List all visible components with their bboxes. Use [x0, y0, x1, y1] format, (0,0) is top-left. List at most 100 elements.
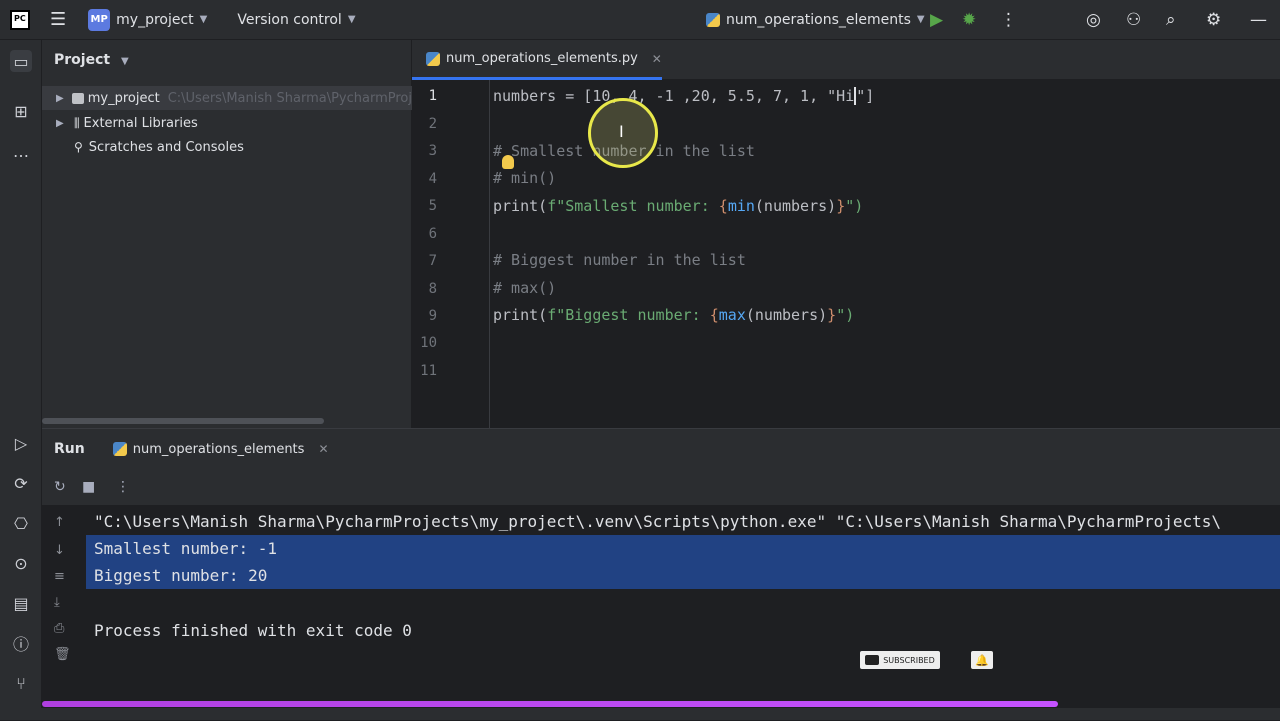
scroll-up-icon[interactable]: ↑ — [54, 515, 65, 530]
python-console-icon[interactable]: ⊙ — [10, 552, 32, 574]
code-text: print( — [493, 197, 548, 215]
code-text: (numbers) — [745, 306, 828, 324]
code-text: print( — [493, 306, 548, 324]
ai-assistant-icon[interactable]: ◎ — [1086, 10, 1101, 30]
code-line-1[interactable]: numbers = [10, 4, -1 ,20, 5.5, 7, 1, "Hi… — [493, 87, 875, 105]
minimize-icon[interactable]: — — [1250, 10, 1267, 30]
run-tab-label: num_operations_elements — [132, 441, 305, 457]
stop-icon[interactable]: ■ — [82, 479, 95, 495]
more-icon[interactable]: ⋮ — [1000, 10, 1017, 30]
code-text: numbers = [10, 4, -1 ,20, 5.5, 7, 1, "Hi — [493, 87, 855, 105]
close-icon[interactable]: ✕ — [652, 52, 662, 66]
code-line-8[interactable]: # max() — [493, 279, 556, 297]
run-panel: Run num_operations_elements ✕ ↻ ■ ⋮ ↑ ↓ … — [42, 428, 1280, 720]
soft-wrap-icon[interactable]: ≡ — [54, 569, 65, 584]
console-toolbar: ↑ ↓ ≡ ⤓ ⎙ 🗑 — [42, 505, 82, 721]
run-panel-title: Run — [54, 441, 85, 457]
rerun-icon[interactable]: ↻ — [54, 479, 66, 495]
menu-icon[interactable]: ☰ — [50, 9, 66, 30]
editor: num_operations_elements.py ✕ 1 2 3 4 5 6… — [412, 40, 1280, 428]
code-line-5[interactable]: print(f"Smallest number: {min(numbers)}"… — [493, 197, 863, 215]
python-icon — [706, 12, 720, 27]
python-packages-icon[interactable]: ⟳ — [10, 472, 32, 494]
subscribed-label: SUBSCRIBED — [883, 655, 935, 665]
console-output-line[interactable]: Smallest number: -1 — [94, 539, 277, 558]
structure-icon[interactable]: ⊞ — [10, 100, 32, 122]
debug-icon[interactable]: ✹ — [962, 10, 976, 30]
close-icon[interactable]: ✕ — [318, 442, 328, 456]
problems-icon[interactable]: ⓘ — [10, 632, 32, 654]
git-icon[interactable]: ⑂ — [10, 672, 32, 694]
tool-window-strip: ▭ ⊞ … ▷ ⟳ ⎔ ⊙ ▤ ⓘ ⑂ — [0, 40, 42, 720]
chevron-down-icon: ▼ — [199, 14, 208, 25]
search-icon[interactable]: ⌕ — [1166, 10, 1176, 30]
bell-icon: 🔔 — [971, 651, 993, 669]
version-control-label: Version control — [237, 11, 342, 28]
scratches-icon: ⚲ — [74, 140, 83, 154]
code-text: min — [727, 197, 755, 215]
settings-icon[interactable]: ⚙ — [1206, 10, 1221, 30]
project-switcher[interactable]: my_project ▼ — [116, 12, 207, 28]
run-tool-icon[interactable]: ▷ — [10, 432, 32, 454]
editor-tabs: num_operations_elements.py ✕ — [412, 40, 1280, 80]
tab-num-operations-elements[interactable]: num_operations_elements.py ✕ — [412, 40, 662, 80]
line-number: 4 — [428, 171, 437, 187]
title-bar: PC ☰ MP my_project ▼ Version control ▼ n… — [0, 0, 1280, 40]
code-text: ") — [836, 306, 855, 324]
print-icon[interactable]: ⎙ — [54, 621, 64, 636]
expand-arrow-icon[interactable]: ▶ — [56, 118, 68, 129]
code-text: f"Biggest number: — [547, 306, 710, 324]
code-text: max — [718, 306, 746, 324]
subscribed-badge: SUBSCRIBED — [860, 651, 940, 669]
tree-item-external-libraries[interactable]: ▶ ⫼ External Libraries — [42, 111, 412, 135]
line-number: 5 — [428, 198, 437, 214]
line-number: 1 — [428, 88, 437, 104]
project-name: my_project — [116, 11, 194, 28]
tab-label: num_operations_elements.py — [446, 51, 638, 66]
text-cursor-icon: I — [619, 122, 624, 141]
console-output-line[interactable]: Biggest number: 20 — [94, 566, 267, 585]
version-control-menu[interactable]: Version control ▼ — [237, 12, 355, 28]
expand-arrow-icon[interactable]: ▶ — [56, 93, 66, 104]
services-icon[interactable]: ⎔ — [10, 512, 32, 534]
run-tab[interactable]: num_operations_elements ✕ — [112, 441, 329, 457]
line-number: 8 — [428, 281, 437, 297]
youtube-icon — [865, 655, 880, 665]
add-user-icon[interactable]: ⚇ — [1126, 10, 1141, 30]
console-exit-line[interactable]: Process finished with exit code 0 — [94, 621, 412, 640]
line-number: 6 — [428, 226, 437, 242]
tree-item-my-project[interactable]: ▶ my_project C:\Users\Manish Sharma\Pych… — [42, 86, 412, 110]
tree-item-label: External Libraries — [83, 115, 198, 131]
tree-item-label: my_project — [87, 90, 160, 106]
code-text: ") — [845, 197, 864, 215]
text-caret: "] — [854, 87, 875, 105]
horizontal-scrollbar[interactable] — [42, 418, 324, 424]
more-tools-icon[interactable]: … — [10, 140, 32, 162]
code-line-9[interactable]: print(f"Biggest number: {max(numbers)}") — [493, 306, 854, 324]
scroll-to-end-icon[interactable]: ⤓ — [54, 595, 60, 610]
run-config-name: num_operations_elements — [726, 11, 911, 28]
terminal-icon[interactable]: ▤ — [10, 592, 32, 614]
console-command-line[interactable]: "C:\Users\Manish Sharma\PycharmProjects\… — [94, 512, 1221, 531]
chevron-down-icon: ▼ — [916, 14, 925, 25]
line-gutter: 1 2 3 4 5 6 7 8 9 10 11 — [412, 80, 490, 428]
status-bar — [0, 708, 1280, 720]
code-line-4[interactable]: # min() — [493, 169, 556, 187]
tree-item-scratches[interactable]: ⚲ Scratches and Consoles — [42, 135, 412, 159]
more-icon[interactable]: ⋮ — [116, 479, 130, 495]
scroll-down-icon[interactable]: ↓ — [54, 543, 65, 558]
pycharm-logo: PC — [10, 9, 30, 30]
library-icon: ⫼ — [74, 115, 80, 130]
project-panel-header[interactable]: Project ▼ — [54, 52, 129, 68]
tree-item-label: Scratches and Consoles — [88, 139, 244, 155]
folder-icon[interactable]: ▭ — [10, 50, 32, 72]
run-config-selector[interactable]: num_operations_elements ▼ — [706, 12, 925, 28]
code-text: } — [836, 197, 846, 215]
project-panel: Project ▼ ▶ my_project C:\Users\Manish S… — [42, 40, 412, 428]
trash-icon[interactable]: 🗑 — [54, 647, 71, 662]
run-panel-header: Run num_operations_elements ✕ — [42, 429, 1280, 469]
code-line-7[interactable]: # Biggest number in the list — [493, 251, 746, 269]
line-number: 7 — [428, 253, 437, 269]
run-icon[interactable]: ▶ — [930, 10, 943, 30]
line-number: 9 — [428, 308, 437, 324]
